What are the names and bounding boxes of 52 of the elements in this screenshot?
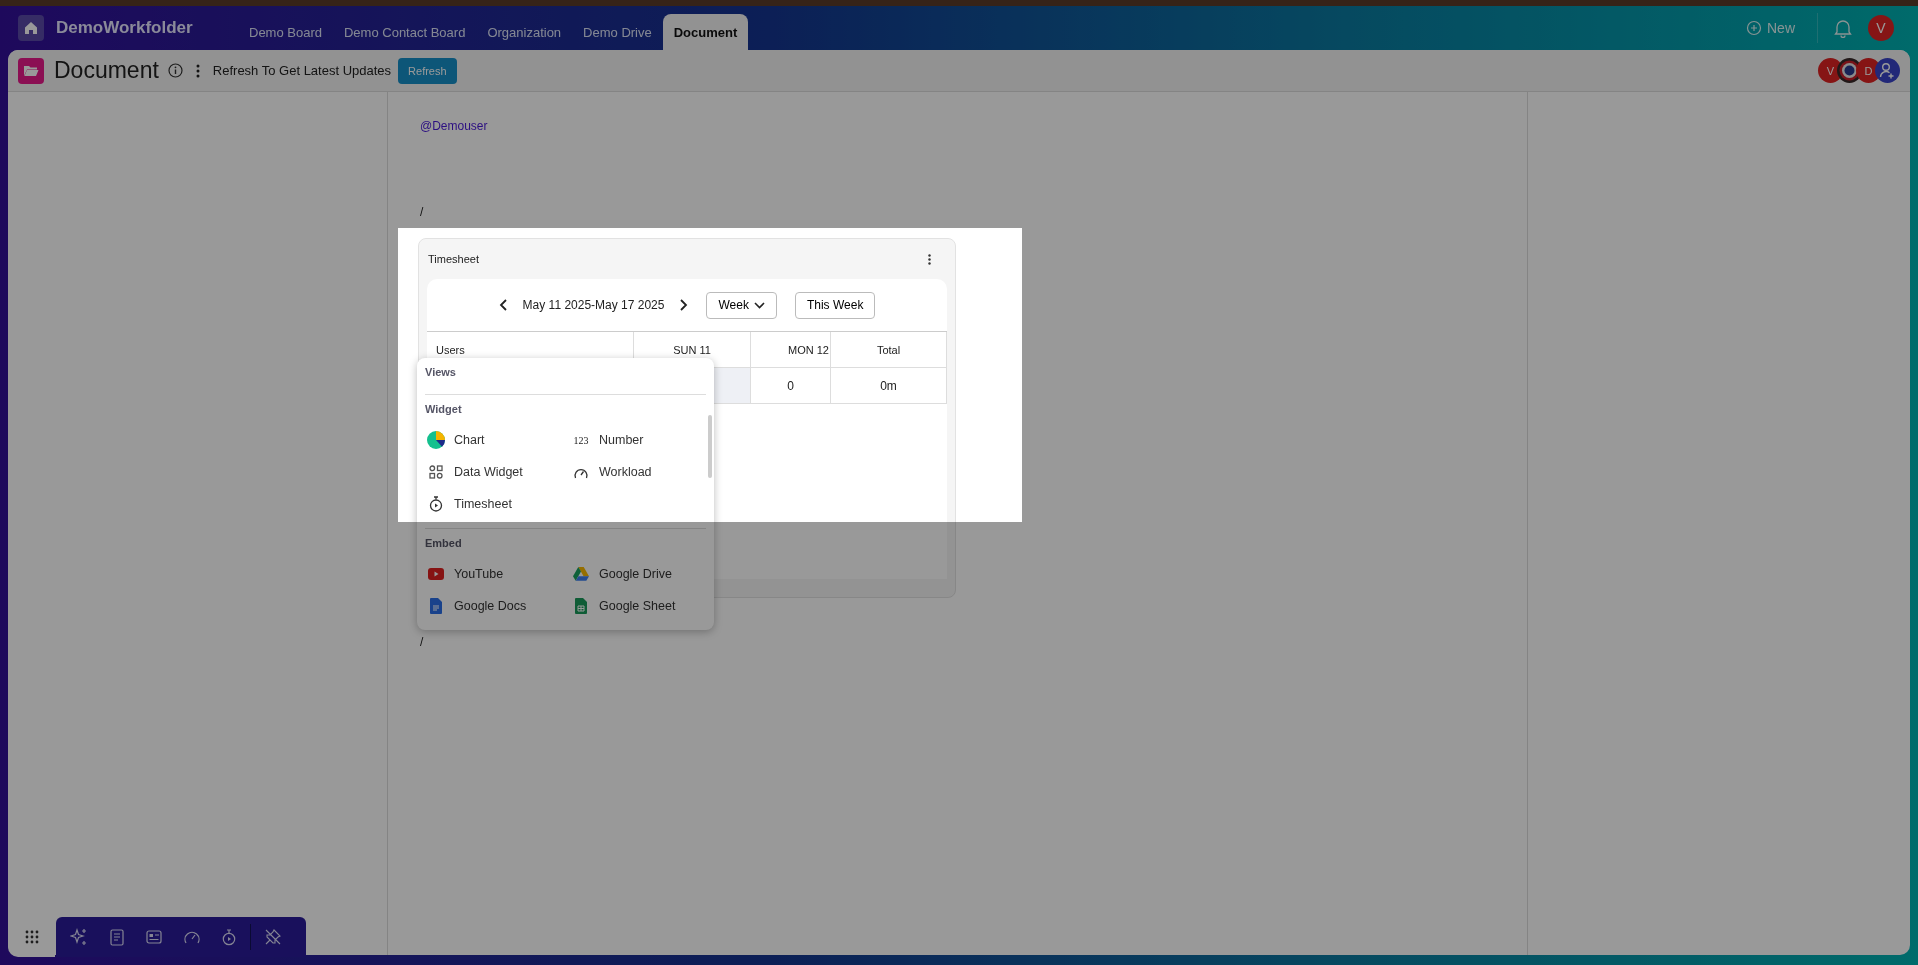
menu-item[interactable]: Timesheet	[427, 491, 572, 517]
grid-icon	[427, 465, 445, 479]
nav-tab[interactable]: Organization	[476, 14, 573, 50]
editor-text: /	[420, 635, 425, 649]
nav-tab[interactable]: Demo Contact Board	[333, 14, 477, 50]
previous-icon[interactable]	[498, 298, 509, 312]
column-header: MON 12	[751, 332, 831, 368]
column-header: Total	[831, 332, 947, 368]
table-cell: 0m	[831, 368, 947, 404]
spreadsheet-icon	[572, 598, 590, 614]
more-icon[interactable]	[928, 253, 931, 265]
menu-item[interactable]: Workload	[572, 459, 702, 485]
info-icon[interactable]	[167, 63, 183, 78]
workspace-name: DemoWorkfolder	[56, 18, 194, 38]
video-play-icon	[427, 568, 445, 580]
this-week-button[interactable]: This Week	[794, 291, 876, 319]
document-icon	[427, 598, 445, 614]
nav-tab[interactable]: Demo Board	[238, 14, 333, 50]
card-title: Timesheet	[428, 253, 479, 265]
chevron-down-icon	[753, 301, 765, 309]
section-heading: Widget	[425, 402, 463, 417]
next-icon[interactable]	[678, 298, 689, 312]
nav-tab[interactable]: Demo Drive	[572, 14, 663, 50]
home-icon[interactable]	[18, 15, 44, 41]
menu-item[interactable]: Chart	[427, 427, 572, 453]
section-heading: Views	[425, 365, 457, 380]
user-avatar[interactable]: V	[1868, 15, 1894, 41]
id-card-icon[interactable]	[146, 930, 162, 944]
more-icon[interactable]	[195, 63, 200, 78]
pie-chart-icon	[427, 431, 445, 449]
menu-item[interactable]: Data Widget	[427, 459, 572, 485]
refresh-notice: Refresh To Get Latest Updates	[212, 63, 392, 78]
add-user-icon[interactable]	[1875, 58, 1900, 83]
editor-text: /	[420, 205, 425, 219]
folder-icon	[18, 57, 44, 84]
triangle-logo-icon	[572, 567, 590, 581]
nav-tab[interactable]: Document	[662, 14, 749, 50]
period-dropdown[interactable]: Week	[706, 291, 777, 319]
menu-item[interactable]: 123 Number	[572, 427, 702, 453]
stopwatch-icon	[427, 496, 445, 512]
document-title: Document	[54, 57, 159, 84]
unpin-icon[interactable]	[265, 929, 281, 945]
sparkle-icon[interactable]	[70, 928, 88, 946]
number-icon: 123	[572, 434, 590, 446]
stopwatch-icon[interactable]	[222, 928, 236, 946]
gauge-icon[interactable]	[184, 930, 200, 944]
date-range: May 11 2025-May 17 2025	[522, 298, 665, 312]
section-heading: Embed	[425, 536, 463, 551]
table-cell: 0	[751, 368, 831, 404]
plus-circle-icon	[1746, 20, 1762, 36]
user-mention[interactable]: @Demouser	[420, 119, 1527, 133]
document-icon[interactable]	[110, 928, 124, 946]
